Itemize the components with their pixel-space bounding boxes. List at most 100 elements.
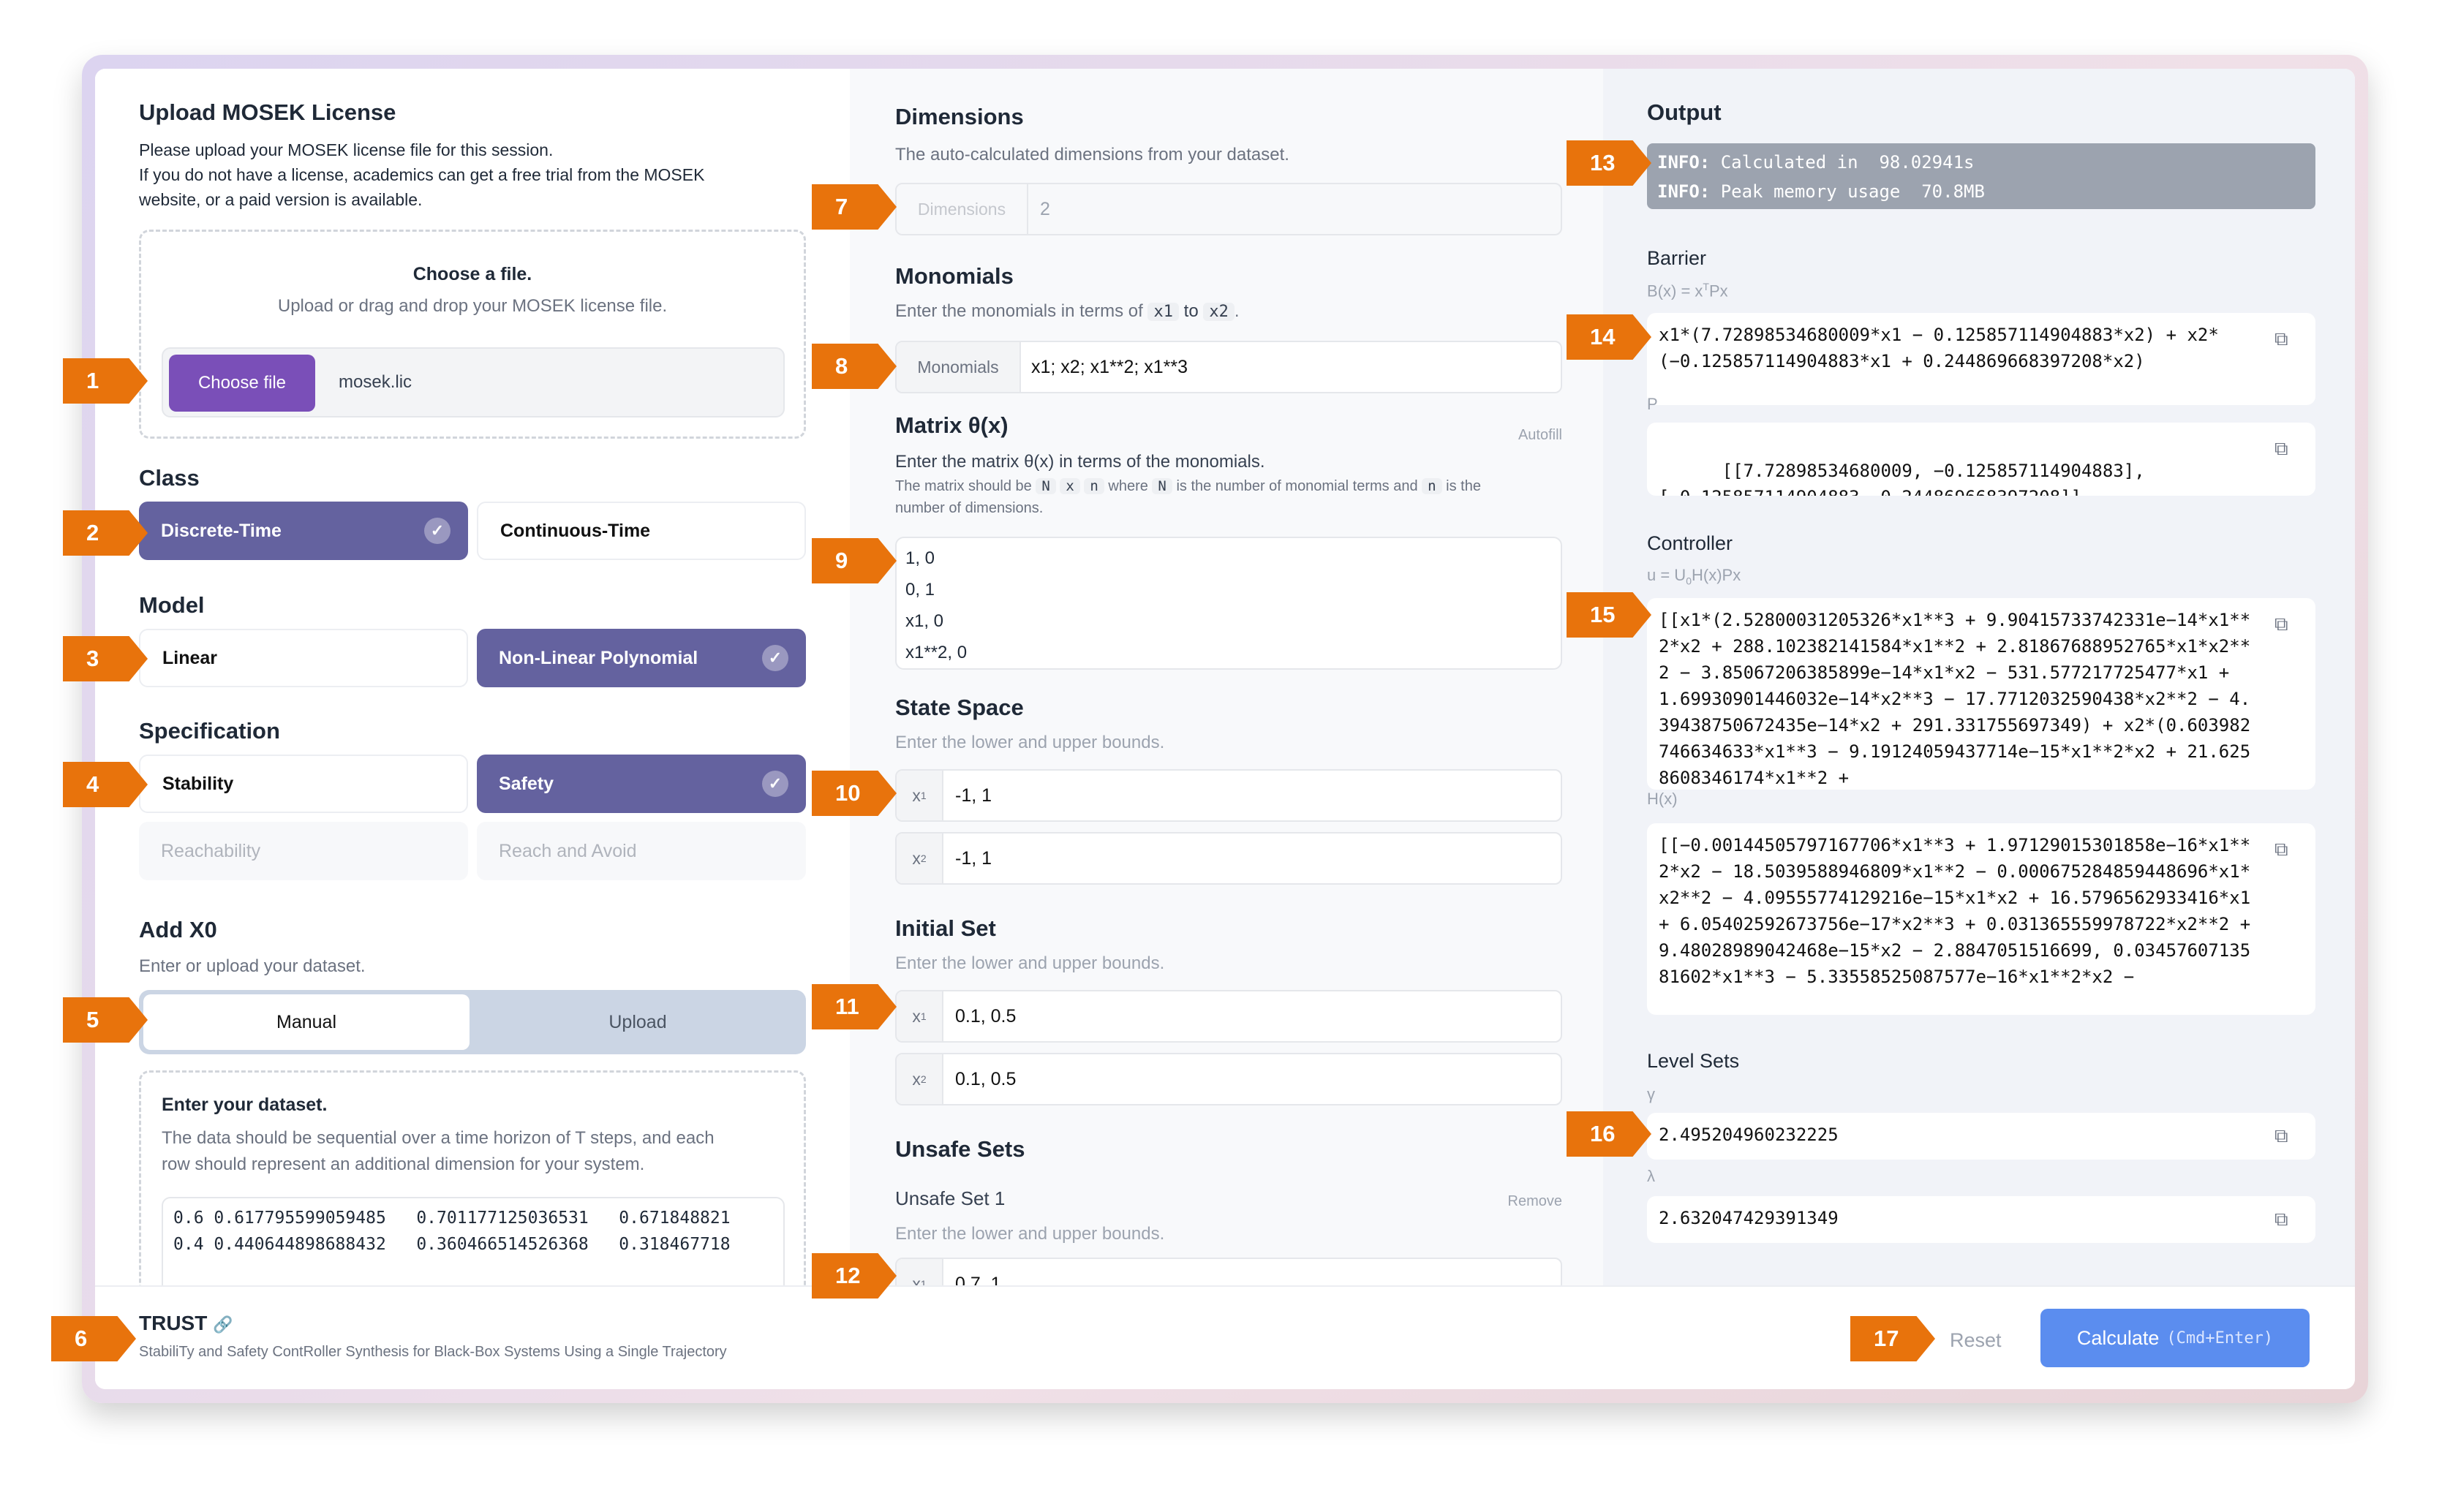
copy-icon[interactable]: ⧉ (2274, 1123, 2293, 1147)
barrier-title: Barrier (1647, 247, 1707, 269)
spec-option-safety[interactable]: Safety ✓ (477, 755, 806, 813)
initial-set-x1-input[interactable]: 0.1, 0.5 (955, 1006, 1016, 1027)
class-title: Class (139, 465, 200, 491)
state-space-x2-field[interactable]: x2 -1, 1 (895, 832, 1562, 885)
state-space-desc: Enter the lower and upper bounds. (895, 733, 1165, 752)
level-sets-title: Level Sets (1647, 1050, 1740, 1072)
copy-icon[interactable]: ⧉ (2274, 326, 2293, 350)
spec-option-label: Stability (162, 773, 234, 794)
initial-set-x1-field[interactable]: x1 0.1, 0.5 (895, 990, 1562, 1043)
check-icon: ✓ (762, 645, 788, 671)
initial-set-desc: Enter the lower and upper bounds. (895, 953, 1165, 973)
file-name: mosek.lic (339, 372, 412, 392)
calculate-button[interactable]: Calculate (Cmd+Enter) (2040, 1309, 2310, 1367)
left-column: Upload MOSEK License Please upload your … (95, 69, 850, 1285)
copy-icon[interactable]: ⧉ (2274, 436, 2293, 460)
model-title: Model (139, 592, 205, 618)
hx-output[interactable]: [[−0.00144505797167706*x1**3 + 1.9712901… (1647, 823, 2315, 1015)
license-title: Upload MOSEK License (139, 99, 396, 125)
class-option-continuous-time[interactable]: Continuous-Time (477, 502, 806, 560)
dataset-row: 0.4 0.440644898688432 0.360466514526368 … (173, 1235, 731, 1254)
monomials-desc: Enter the monomials in terms of x1 to x2… (895, 301, 1240, 321)
unsafe-set-title: Unsafe Set 1 (895, 1187, 1006, 1209)
dataset-row: 0.6 0.617795599059485 0.701177125036531 … (173, 1209, 731, 1228)
state-space-x1-input[interactable]: -1, 1 (955, 785, 992, 806)
model-option-nonlinear[interactable]: Non-Linear Polynomial ✓ (477, 629, 806, 687)
class-option-label: Discrete-Time (161, 520, 282, 541)
remove-link[interactable]: Remove (1508, 1193, 1562, 1210)
spec-option-reach-and-avoid: Reach and Avoid (477, 822, 806, 880)
log-line: INFO: Calculated in 98.02941s (1657, 152, 1975, 173)
choose-file-button[interactable]: Choose file (169, 355, 315, 412)
matrix-textarea[interactable]: 1, 0 0, 1 x1, 0 x1**2, 0 (895, 537, 1562, 670)
dataset-desc-2: row should represent an additional dimen… (162, 1154, 645, 1174)
class-option-label: Continuous-Time (500, 520, 651, 541)
output-log: INFO: Calculated in 98.02941s INFO: Peak… (1647, 143, 2315, 209)
controller-formula: u = U0H(x)Px (1647, 566, 1741, 587)
hx-label: H(x) (1647, 790, 1678, 808)
spec-option-reachability: Reachability (139, 822, 468, 880)
copy-icon[interactable]: ⧉ (2274, 836, 2293, 861)
barrier-value: x1*(7.72898534680009*x1 − 0.125857114904… (1659, 325, 2219, 371)
tab-upload[interactable]: Upload (474, 994, 802, 1050)
middle-column: Dimensions The auto-calculated dimension… (850, 69, 1603, 1285)
initial-set-x2-input[interactable]: 0.1, 0.5 (955, 1069, 1016, 1090)
calculate-label: Calculate (2076, 1326, 2160, 1349)
app-title[interactable]: TRUST 🔗 (139, 1312, 233, 1335)
p-label: P (1647, 395, 1658, 413)
unsafe-sets-title: Unsafe Sets (895, 1136, 1025, 1162)
matrix-line: 1, 0 (905, 548, 935, 568)
state-space-x2-input[interactable]: -1, 1 (955, 848, 992, 869)
autofill-link[interactable]: Autofill (1518, 427, 1562, 444)
lambda-output[interactable]: 2.632047429391349 ⧉ (1647, 1196, 2315, 1243)
x0-title: Add X0 (139, 917, 217, 942)
x0-desc: Enter or upload your dataset. (139, 956, 366, 976)
monomials-title: Monomials (895, 263, 1014, 289)
dimensions-title: Dimensions (895, 104, 1024, 129)
matrix-line: x1**2, 0 (905, 643, 968, 662)
x1-label: x1 (897, 991, 943, 1041)
state-space-x1-field[interactable]: x1 -1, 1 (895, 769, 1562, 822)
matrix-title: Matrix θ(x) (895, 412, 1009, 438)
lambda-value: 2.632047429391349 (1659, 1208, 1839, 1228)
link-icon: 🔗 (213, 1315, 233, 1334)
matrix-line: 0, 1 (905, 580, 935, 600)
model-option-linear[interactable]: Linear (139, 629, 468, 687)
copy-icon[interactable]: ⧉ (2274, 611, 2293, 635)
p-value: [[7.72898534680009, −0.125857114904883],… (1659, 461, 2145, 496)
monomials-field[interactable]: Monomials x1; x2; x1**2; x1**3 (895, 341, 1562, 393)
reset-button[interactable]: Reset (1950, 1329, 2002, 1352)
specification-title: Specification (139, 718, 280, 744)
initial-set-x2-field[interactable]: x2 0.1, 0.5 (895, 1053, 1562, 1105)
barrier-output[interactable]: x1*(7.72898534680009*x1 − 0.125857114904… (1647, 313, 2315, 405)
copy-icon[interactable]: ⧉ (2274, 1206, 2293, 1231)
dataset-textarea[interactable]: 0.6 0.617795599059485 0.701177125036531 … (162, 1197, 785, 1285)
x0-tabs: Manual Upload (139, 990, 806, 1054)
controller-title: Controller (1647, 532, 1733, 554)
file-input[interactable]: Choose file mosek.lic (162, 347, 785, 417)
unsafe-x1-input[interactable]: 0.7, 1 (955, 1274, 1001, 1286)
footer: TRUST 🔗 StabiliTy and Safety ContRoller … (95, 1285, 2355, 1389)
gamma-label: γ (1647, 1085, 1655, 1103)
class-option-discrete-time[interactable]: Discrete-Time ✓ (139, 502, 468, 560)
license-desc: Please upload your MOSEK license file fo… (139, 140, 554, 159)
unsafe-x1-field[interactable]: x1 0.7, 1 (895, 1258, 1562, 1285)
tab-manual[interactable]: Manual (143, 994, 470, 1050)
check-icon: ✓ (762, 771, 788, 797)
right-column: Output INFO: Calculated in 98.02941s INF… (1603, 69, 2355, 1285)
spec-option-label: Reachability (161, 840, 261, 861)
lambda-label: λ (1647, 1167, 1655, 1185)
controller-output[interactable]: [[x1*(2.52800031205326*x1**3 + 9.9041573… (1647, 598, 2315, 790)
state-space-title: State Space (895, 695, 1024, 720)
matrix-line: x1, 0 (905, 611, 944, 631)
license-dropzone[interactable]: Choose a file. Upload or drag and drop y… (139, 230, 806, 439)
dimensions-desc: The auto-calculated dimensions from your… (895, 145, 1289, 165)
monomials-label: Monomials (897, 342, 1021, 392)
gamma-output[interactable]: 2.495204960232225 ⧉ (1647, 1113, 2315, 1160)
license-desc-3: website, or a paid version is available. (139, 190, 423, 209)
matrix-note: The matrix should be N x n where N is th… (895, 478, 1481, 494)
dimensions-field: Dimensions 2 (895, 183, 1562, 235)
spec-option-stability[interactable]: Stability (139, 755, 468, 813)
monomials-input[interactable]: x1; x2; x1**2; x1**3 (1031, 357, 1188, 378)
p-output[interactable]: [[7.72898534680009, −0.125857114904883],… (1647, 423, 2315, 496)
